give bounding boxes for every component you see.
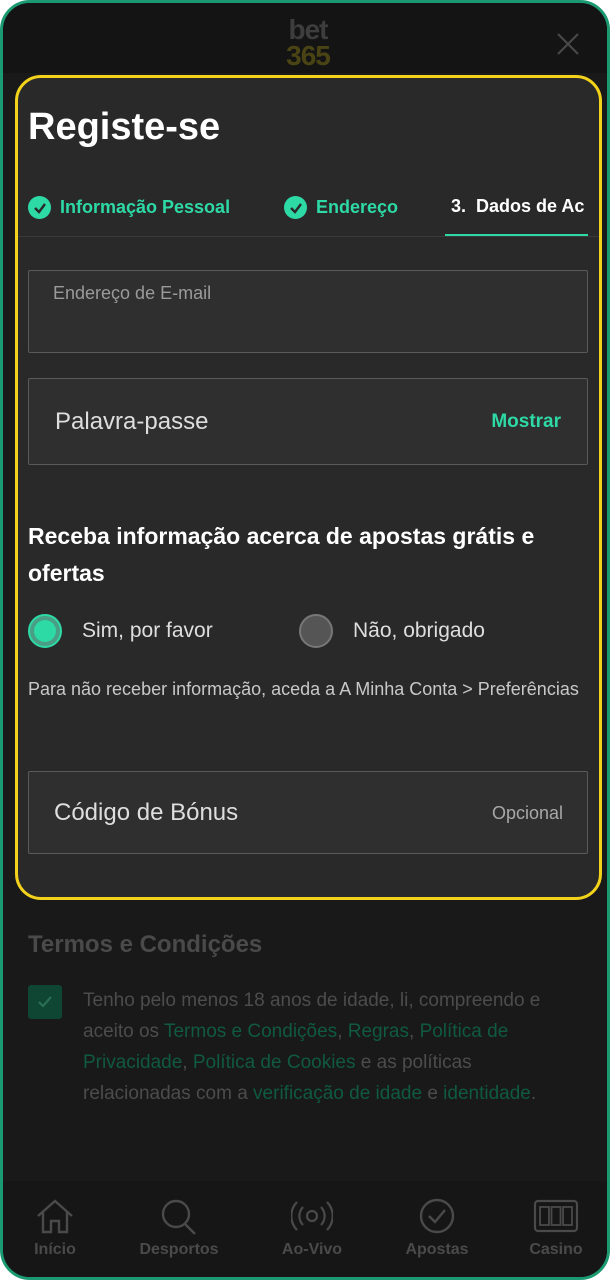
step-label: 3. Dados de Ac	[451, 196, 585, 216]
radio-opt-in[interactable]: Sim, por favor	[28, 614, 213, 648]
terms-checkbox[interactable]	[28, 985, 62, 1019]
age-verification-link[interactable]: verificação de idade	[253, 1083, 422, 1104]
slot-machine-icon	[533, 1199, 579, 1233]
nav-item-casino[interactable]: Casino	[506, 1197, 606, 1259]
show-password-button[interactable]: Mostrar	[491, 411, 561, 433]
rules-link[interactable]: Regras	[348, 1021, 409, 1042]
nav-item-sports[interactable]: Desportos	[129, 1197, 229, 1259]
nav-label: Apostas	[405, 1241, 469, 1258]
bonus-code-field[interactable]: Código de Bónus Opcional	[28, 771, 588, 854]
terms-text-part: ,	[409, 1021, 420, 1042]
optional-label: Opcional	[491, 803, 563, 823]
terms-text-part: e	[422, 1083, 444, 1104]
check-circle-icon	[419, 1198, 455, 1234]
nav-label: Casino	[529, 1241, 583, 1258]
registration-card: Registe-se Informação Pessoal Endereço 3…	[15, 75, 602, 900]
live-broadcast-icon	[291, 1201, 333, 1231]
logo-text-365: 365	[286, 40, 331, 71]
nav-label: Ao-Vivo	[281, 1241, 343, 1258]
radio-label: Não, obrigado	[353, 619, 485, 642]
email-field[interactable]: Endereço de E-mail	[28, 270, 588, 353]
promo-heading: Receba informação acerca de apostas grát…	[28, 523, 535, 586]
identity-link[interactable]: identidade	[443, 1083, 531, 1104]
opt-out-note: Para não receber informação, aceda a A M…	[28, 679, 579, 699]
home-icon	[37, 1199, 73, 1234]
check-icon	[28, 196, 51, 219]
step-label: Informação Pessoal	[60, 197, 231, 217]
step-tabs: Informação Pessoal Endereço 3. Dados de …	[18, 178, 599, 237]
step-label: Endereço	[316, 197, 399, 217]
radio-unselected-icon[interactable]	[299, 614, 333, 648]
search-icon	[161, 1199, 196, 1235]
terms-text-part: ,	[182, 1052, 193, 1073]
bet365-logo: bet 365	[275, 16, 341, 71]
radio-label: Sim, por favor	[82, 619, 213, 642]
nav-label: Início	[34, 1241, 76, 1258]
step-address[interactable]: Endereço	[284, 196, 398, 219]
close-icon[interactable]	[555, 31, 581, 57]
nav-item-bets[interactable]: Apostas	[387, 1197, 487, 1259]
nav-item-home[interactable]: Início	[5, 1197, 105, 1259]
bonus-placeholder: Código de Bónus	[54, 799, 239, 826]
check-icon	[284, 196, 307, 219]
nav-label: Desportos	[139, 1241, 219, 1258]
page-title: Registe-se	[28, 106, 221, 148]
radio-opt-out[interactable]: Não, obrigado	[299, 614, 485, 648]
terms-text: Tenho pelo menos 18 anos de idade, li, c…	[83, 985, 583, 1109]
password-placeholder: Palavra-passe	[55, 408, 209, 435]
step-account-data[interactable]: 3. Dados de Ac	[451, 196, 591, 217]
cookie-policy-link[interactable]: Política de Cookies	[193, 1052, 356, 1073]
terms-text-part: ,	[337, 1021, 348, 1042]
phone-frame: bet 365 Registe-se Informação Pessoal En…	[0, 0, 610, 1280]
bottom-navigation: Início Desportos Ao-Vivo Apostas Casino	[3, 1181, 607, 1277]
terms-text-part: .	[530, 1083, 537, 1104]
nav-item-live[interactable]: Ao-Vivo	[262, 1197, 362, 1259]
terms-heading: Termos e Condições	[28, 931, 263, 958]
top-bar: bet 365	[3, 3, 607, 73]
active-step-underline	[445, 234, 588, 236]
email-placeholder: Endereço de E-mail	[53, 283, 212, 303]
checkmark-icon	[38, 996, 52, 1008]
radio-selected-icon[interactable]	[28, 614, 62, 648]
terms-link[interactable]: Termos e Condições	[164, 1021, 337, 1042]
password-field[interactable]: Palavra-passe Mostrar	[28, 378, 588, 465]
step-personal-info[interactable]: Informação Pessoal	[28, 196, 230, 219]
